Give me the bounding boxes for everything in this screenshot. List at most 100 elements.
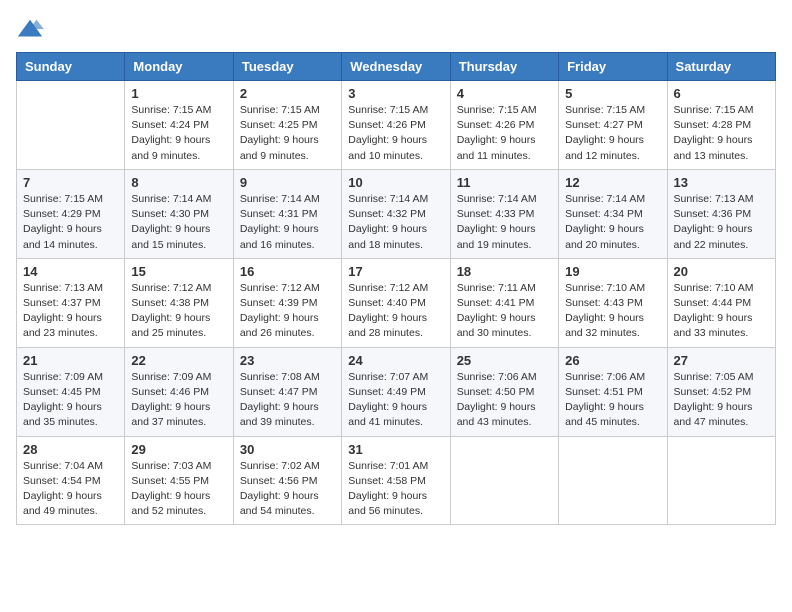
calendar-day-header: Monday [125,53,233,81]
calendar-cell [559,436,667,525]
calendar-cell: 28Sunrise: 7:04 AMSunset: 4:54 PMDayligh… [17,436,125,525]
daylight-text: Daylight: 9 hours and 56 minutes. [348,490,427,517]
sunset-text: Sunset: 4:39 PM [240,297,318,309]
sunrise-text: Sunrise: 7:09 AM [131,371,211,383]
cell-content: Sunrise: 7:06 AMSunset: 4:50 PMDaylight:… [457,370,552,431]
sunset-text: Sunset: 4:28 PM [674,119,752,131]
logo [16,16,48,44]
calendar-cell: 17 Sunrise: 7:12 AMSunset: 4:40 PMDayligh… [342,258,450,347]
sunset-text: Sunset: 4:26 PM [457,119,535,131]
sunrise-text: Sunrise: 7:15 AM [240,104,320,116]
logo-icon [16,16,44,44]
sunrise-text: Sunrise: 7:15 AM [23,193,103,205]
day-number: 20 [674,264,769,279]
calendar-header-row: SundayMondayTuesdayWednesdayThursdayFrid… [17,53,776,81]
daylight-text: Daylight: 9 hours and 20 minutes. [565,223,644,250]
day-number: 23 [240,353,335,368]
daylight-text: Daylight: 9 hours and 54 minutes. [240,490,319,517]
sunrise-text: Sunrise: 7:15 AM [131,104,211,116]
sunset-text: Sunset: 4:46 PM [131,386,209,398]
sunset-text: Sunset: 4:51 PM [565,386,643,398]
sunset-text: Sunset: 4:38 PM [131,297,209,309]
calendar-cell: 20Sunrise: 7:10 AMSunset: 4:44 PMDayligh… [667,258,775,347]
sunrise-text: Sunrise: 7:10 AM [674,282,754,294]
sunset-text: Sunset: 4:54 PM [23,475,101,487]
sunrise-text: Sunrise: 7:15 AM [348,104,428,116]
sunrise-text: Sunrise: 7:15 AM [674,104,754,116]
day-number: 10 [348,175,443,190]
calendar-cell: 3Sunrise: 7:15 AMSunset: 4:26 PMDaylight… [342,81,450,170]
calendar-cell: 11Sunrise: 7:14 AMSunset: 4:33 PMDayligh… [450,169,558,258]
calendar-cell: 16 Sunrise: 7:12 AMSunset: 4:39 PMDayligh… [233,258,341,347]
sunset-text: Sunset: 4:55 PM [131,475,209,487]
cell-content: Sunrise: 7:14 AMSunset: 4:30 PMDaylight:… [131,192,226,253]
sunrise-text: Sunrise: 7:14 AM [240,193,320,205]
calendar-day-header: Saturday [667,53,775,81]
day-number: 15 [131,264,226,279]
calendar-cell: 24Sunrise: 7:07 AMSunset: 4:49 PMDayligh… [342,347,450,436]
calendar-cell: 12Sunrise: 7:14 AMSunset: 4:34 PMDayligh… [559,169,667,258]
calendar-cell: 13Sunrise: 7:13 AMSunset: 4:36 PMDayligh… [667,169,775,258]
calendar-cell: 8Sunrise: 7:14 AMSunset: 4:30 PMDaylight… [125,169,233,258]
calendar-week-row: 7Sunrise: 7:15 AMSunset: 4:29 PMDaylight… [17,169,776,258]
cell-content: Sunrise: 7:13 AMSunset: 4:36 PMDaylight:… [674,192,769,253]
day-number: 27 [674,353,769,368]
calendar-cell: 19Sunrise: 7:10 AMSunset: 4:43 PMDayligh… [559,258,667,347]
sunrise-text: Sunrise: 7:07 AM [348,371,428,383]
daylight-text: Daylight: 9 hours and 32 minutes. [565,312,644,339]
day-number: 29 [131,442,226,457]
cell-content: Sunrise: 7:14 AMSunset: 4:32 PMDaylight:… [348,192,443,253]
daylight-text: Daylight: 9 hours and 16 minutes. [240,223,319,250]
sunset-text: Sunset: 4:52 PM [674,386,752,398]
day-number: 5 [565,86,660,101]
sunrise-text: Sunrise: 7:08 AM [240,371,320,383]
calendar-cell: 21 Sunrise: 7:09 AMSunset: 4:45 PMDayligh… [17,347,125,436]
day-number: 4 [457,86,552,101]
calendar-cell: 6Sunrise: 7:15 AMSunset: 4:28 PMDaylight… [667,81,775,170]
day-number: 18 [457,264,552,279]
day-number: 17 [348,264,443,279]
day-number: 9 [240,175,335,190]
sunset-text: Sunset: 4:56 PM [240,475,318,487]
day-number: 21 [23,353,118,368]
calendar-cell: 30Sunrise: 7:02 AMSunset: 4:56 PMDayligh… [233,436,341,525]
daylight-text: Daylight: 9 hours and 9 minutes. [131,134,210,161]
daylight-text: Daylight: 9 hours and 18 minutes. [348,223,427,250]
sunset-text: Sunset: 4:43 PM [565,297,643,309]
day-number: 25 [457,353,552,368]
daylight-text: Daylight: 9 hours and 52 minutes. [131,490,210,517]
calendar-cell: 22Sunrise: 7:09 AMSunset: 4:46 PMDayligh… [125,347,233,436]
day-number: 1 [131,86,226,101]
sunrise-text: Sunrise: 7:03 AM [131,460,211,472]
daylight-text: Daylight: 9 hours and 49 minutes. [23,490,102,517]
daylight-text: Daylight: 9 hours and 19 minutes. [457,223,536,250]
sunrise-text: Sunrise: 7:12 AM [348,282,428,294]
daylight-text: Daylight: 9 hours and 26 minutes. [240,312,319,339]
sunset-text: Sunset: 4:32 PM [348,208,426,220]
cell-content: Sunrise: 7:12 AMSunset: 4:39 PMDaylight:… [240,281,335,342]
daylight-text: Daylight: 9 hours and 35 minutes. [23,401,102,428]
calendar-week-row: 21 Sunrise: 7:09 AMSunset: 4:45 PMDayligh… [17,347,776,436]
cell-content: Sunrise: 7:09 AMSunset: 4:45 PMDaylight:… [23,370,118,431]
calendar-cell [450,436,558,525]
cell-content: Sunrise: 7:12 AMSunset: 4:40 PMDaylight:… [348,281,443,342]
cell-content: Sunrise: 7:04 AMSunset: 4:54 PMDaylight:… [23,459,118,520]
sunset-text: Sunset: 4:27 PM [565,119,643,131]
cell-content: Sunrise: 7:05 AMSunset: 4:52 PMDaylight:… [674,370,769,431]
daylight-text: Daylight: 9 hours and 10 minutes. [348,134,427,161]
sunrise-text: Sunrise: 7:11 AM [457,282,536,294]
sunset-text: Sunset: 4:47 PM [240,386,318,398]
calendar-cell: 31Sunrise: 7:01 AMSunset: 4:58 PMDayligh… [342,436,450,525]
daylight-text: Daylight: 9 hours and 13 minutes. [674,134,753,161]
sunset-text: Sunset: 4:44 PM [674,297,752,309]
day-number: 7 [23,175,118,190]
sunrise-text: Sunrise: 7:02 AM [240,460,320,472]
cell-content: Sunrise: 7:10 AM Sunset: 4:43 PM Daylight:… [565,281,660,342]
sunrise-text: Sunrise: 7:06 AM [565,371,645,383]
sunrise-text: Sunrise: 7:15 AM [457,104,537,116]
cell-content: Sunrise: 7:14 AMSunset: 4:34 PMDaylight:… [565,192,660,253]
calendar-cell: 7Sunrise: 7:15 AMSunset: 4:29 PMDaylight… [17,169,125,258]
day-number: 16 [240,264,335,279]
day-number: 31 [348,442,443,457]
sunrise-text: Sunrise: 7:10 AM [565,282,645,294]
